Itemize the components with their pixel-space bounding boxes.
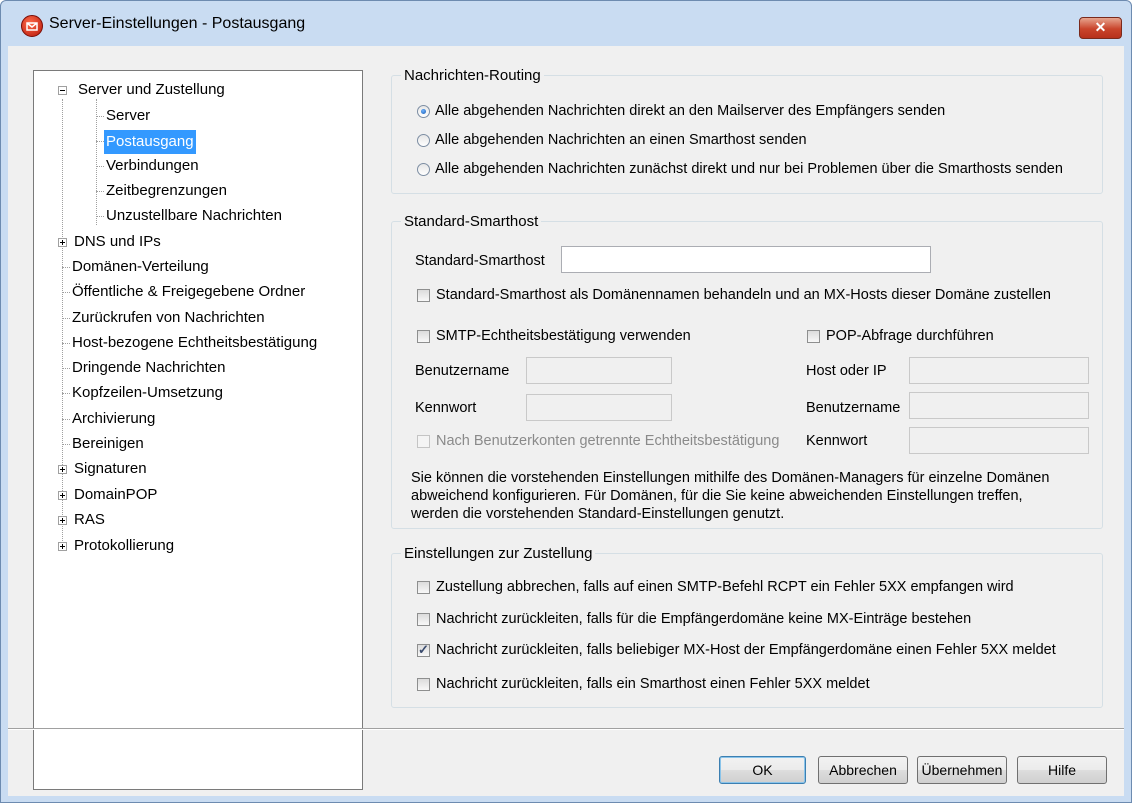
tree-connector — [62, 267, 70, 268]
title-bar[interactable]: Server-Einstellungen - Postausgang ✕ — [1, 1, 1131, 47]
tree-connector — [62, 444, 70, 445]
window-title: Server-Einstellungen - Postausgang — [49, 15, 306, 32]
pop-username-input[interactable] — [909, 392, 1089, 419]
smarthost-note-line2: abweichend konfigurieren. Für Domänen, f… — [411, 488, 1023, 504]
routing-radio-smarthost[interactable] — [417, 134, 430, 147]
smarthost-legend: Standard-Smarthost — [401, 213, 542, 230]
tree-connector — [96, 141, 104, 142]
tree-connector — [96, 166, 104, 167]
collapse-icon[interactable] — [58, 86, 67, 95]
smtp-auth-label[interactable]: SMTP-Echtheitsbestätigung verwenden — [436, 328, 691, 344]
smtp-auth-checkbox[interactable] — [417, 330, 430, 343]
close-icon: ✕ — [1094, 19, 1107, 35]
expand-icon[interactable] — [58, 516, 67, 525]
help-button[interactable]: Hilfe — [1017, 756, 1107, 784]
app-icon — [21, 15, 43, 37]
delivery-checkbox-mx-5xx[interactable] — [417, 642, 430, 658]
tree-connector — [62, 368, 70, 369]
button-separator — [8, 728, 1124, 730]
username-input[interactable] — [526, 357, 672, 384]
tree-connector — [62, 419, 70, 420]
smarthost-input[interactable] — [561, 246, 931, 273]
tree-connector — [96, 216, 104, 217]
ok-button[interactable]: OK — [719, 756, 806, 784]
tree-connector — [62, 318, 70, 319]
smarthost-note-line3: werden die vorstehenden Standard-Einstel… — [411, 506, 785, 522]
routing-legend: Nachrichten-Routing — [401, 67, 544, 84]
settings-tree[interactable]: Server und Zustellung Server Postausgang… — [33, 70, 363, 790]
delivery-checkbox-abort-rcpt[interactable] — [417, 581, 430, 594]
close-button[interactable]: ✕ — [1079, 17, 1122, 39]
tree-connector — [96, 191, 104, 192]
tree-connector — [62, 343, 70, 344]
delivery-label-smarthost-5xx[interactable]: Nachricht zurückleiten, falls ein Smarth… — [436, 676, 870, 692]
delivery-label-no-mx[interactable]: Nachricht zurückleiten, falls für die Em… — [436, 611, 971, 627]
separate-auth-checkbox[interactable] — [417, 435, 430, 448]
tree-connector — [96, 116, 104, 117]
pop-username-label: Benutzername — [806, 400, 901, 416]
pop-password-label: Kennwort — [806, 433, 868, 449]
routing-label-smarthost[interactable]: Alle abgehenden Nachrichten an einen Sma… — [435, 132, 807, 148]
smarthost-field-label: Standard-Smarthost — [415, 253, 545, 269]
host-input[interactable] — [909, 357, 1089, 384]
password-input[interactable] — [526, 394, 672, 421]
tree-connector — [62, 393, 70, 394]
tree-connector — [62, 99, 63, 549]
expand-icon[interactable] — [58, 491, 67, 500]
routing-radio-direct[interactable] — [417, 105, 430, 118]
cancel-button[interactable]: Abbrechen — [818, 756, 908, 784]
expand-icon[interactable] — [58, 542, 67, 551]
smarthost-mx-checkbox[interactable] — [417, 289, 430, 302]
routing-radio-fallback[interactable] — [417, 163, 430, 176]
routing-label-fallback[interactable]: Alle abgehenden Nachrichten zunächst dir… — [435, 161, 1063, 177]
pop-check-label[interactable]: POP-Abfrage durchführen — [826, 328, 994, 344]
tree-connector — [62, 292, 70, 293]
routing-label-direct[interactable]: Alle abgehenden Nachrichten direkt an de… — [435, 103, 945, 119]
delivery-label-mx-5xx[interactable]: Nachricht zurückleiten, falls beliebiger… — [436, 642, 1056, 658]
username-label: Benutzername — [415, 363, 510, 379]
password-label: Kennwort — [415, 400, 477, 416]
tree-connector — [96, 99, 97, 225]
apply-button[interactable]: Übernehmen — [917, 756, 1007, 784]
delivery-checkbox-no-mx[interactable] — [417, 613, 430, 626]
expand-icon[interactable] — [58, 465, 67, 474]
smarthost-mx-label[interactable]: Standard-Smarthost als Domänennamen beha… — [436, 287, 1051, 303]
pop-check-checkbox[interactable] — [807, 330, 820, 343]
pop-password-input[interactable] — [909, 427, 1089, 454]
host-label: Host oder IP — [806, 363, 887, 379]
delivery-checkbox-smarthost-5xx[interactable] — [417, 678, 430, 691]
expand-icon[interactable] — [58, 238, 67, 247]
smarthost-note-line1: Sie können die vorstehenden Einstellunge… — [411, 470, 1050, 486]
separate-auth-label[interactable]: Nach Benutzerkonten getrennte Echtheitsb… — [436, 433, 779, 449]
delivery-legend: Einstellungen zur Zustellung — [401, 545, 596, 562]
delivery-label-abort-rcpt[interactable]: Zustellung abbrechen, falls auf einen SM… — [436, 579, 1014, 595]
